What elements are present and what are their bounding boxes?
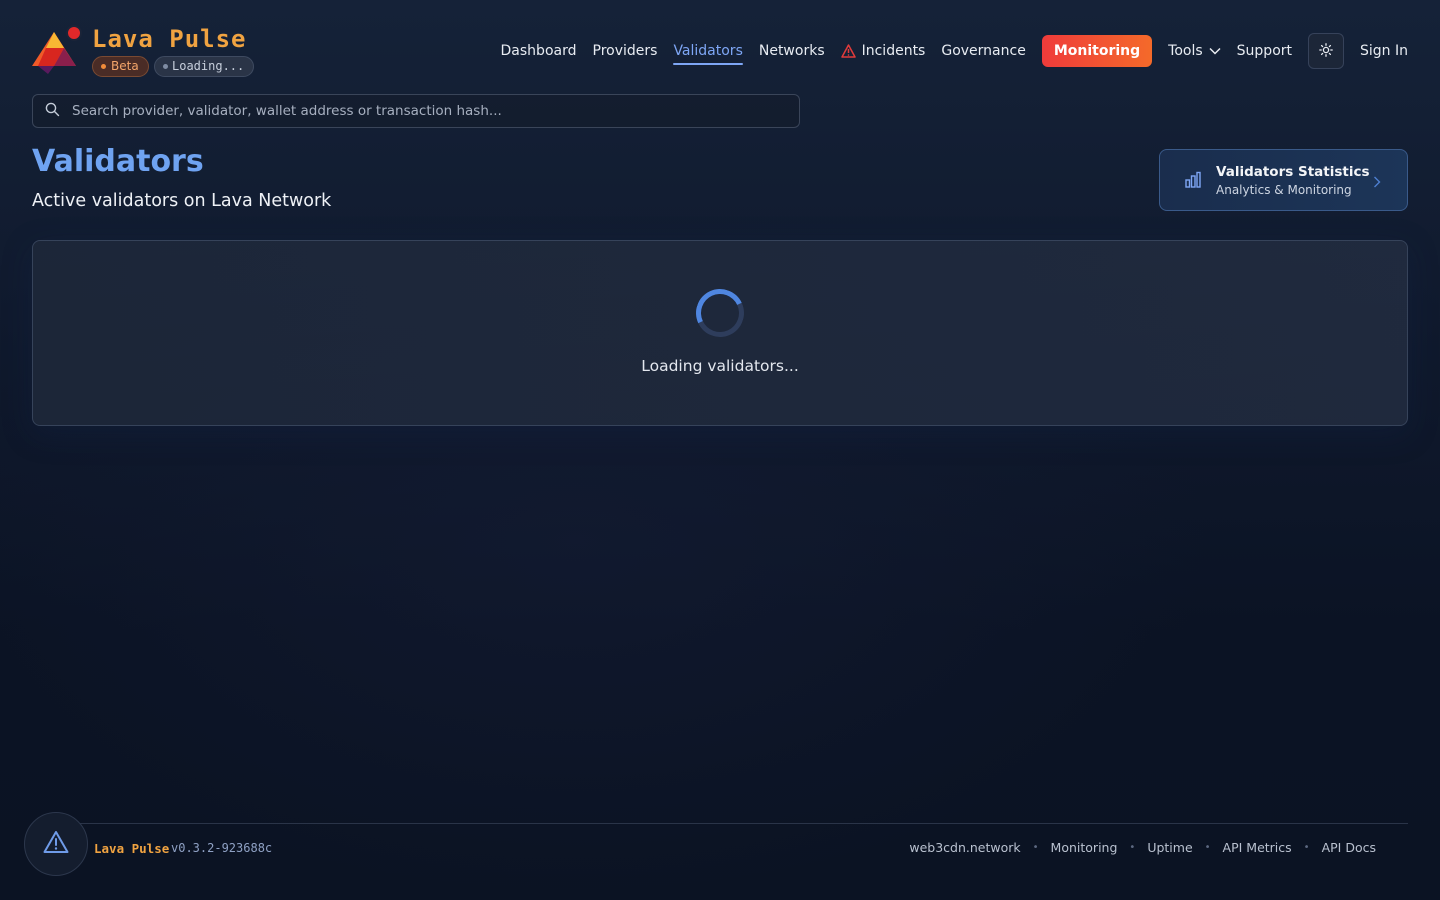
lava-logo[interactable] xyxy=(32,24,92,76)
search-bar xyxy=(32,94,800,128)
footer-link-api-docs[interactable]: API Docs xyxy=(1322,840,1376,855)
nav-tools[interactable]: Tools xyxy=(1168,34,1221,68)
nav-networks[interactable]: Networks xyxy=(759,34,825,68)
brand-name[interactable]: Lava Pulse xyxy=(92,25,247,53)
footer-divider xyxy=(32,823,1408,824)
footer-separator: • xyxy=(1303,842,1310,853)
nav-incidents[interactable]: Incidents xyxy=(840,34,926,68)
nav-incidents-label: Incidents xyxy=(861,43,926,59)
footer-version: v0.3.2-923688c xyxy=(171,841,273,855)
validators-statistics-card[interactable]: Validators Statistics Analytics & Monito… xyxy=(1159,149,1408,211)
beta-dot-icon xyxy=(101,64,106,69)
nav-governance[interactable]: Governance xyxy=(941,34,1025,68)
main-nav: Dashboard Providers Validators Networks … xyxy=(485,33,1408,69)
footer-separator: • xyxy=(1129,842,1136,853)
monitoring-button[interactable]: Monitoring xyxy=(1041,35,1153,67)
nav-support[interactable]: Support xyxy=(1237,34,1292,68)
chevron-right-icon xyxy=(1373,173,1381,192)
alert-triangle-icon xyxy=(43,830,69,858)
footer-separator: • xyxy=(1204,842,1211,853)
footer-links: web3cdn.network • Monitoring • Uptime • … xyxy=(909,840,1376,855)
search-input[interactable] xyxy=(72,103,772,119)
nav-tools-label: Tools xyxy=(1168,43,1203,59)
stats-card-subtitle: Analytics & Monitoring xyxy=(1216,183,1352,197)
theme-toggle-button[interactable] xyxy=(1308,33,1344,69)
search-icon xyxy=(45,102,60,121)
bar-chart-icon xyxy=(1184,171,1202,193)
status-badge: Loading... xyxy=(154,56,255,77)
stats-card-title: Validators Statistics xyxy=(1216,164,1370,180)
loading-spinner-icon xyxy=(689,282,751,344)
validators-loading-panel: Loading validators... xyxy=(32,240,1408,426)
status-dot-icon xyxy=(163,64,168,69)
header: Lava Pulse Beta Loading... Dashboard Pro… xyxy=(32,20,1408,80)
footer-link-uptime[interactable]: Uptime xyxy=(1147,840,1192,855)
nav-dashboard[interactable]: Dashboard xyxy=(501,34,577,68)
page-title: Validators xyxy=(32,144,204,179)
nav-providers[interactable]: Providers xyxy=(593,34,658,68)
beta-badge: Beta xyxy=(92,56,149,77)
footer-link-web3cdn[interactable]: web3cdn.network xyxy=(909,840,1020,855)
footer-link-api-metrics[interactable]: API Metrics xyxy=(1223,840,1292,855)
footer-brand: Lava Pulse xyxy=(94,841,170,856)
warning-triangle-icon xyxy=(840,44,856,58)
alert-button[interactable] xyxy=(24,812,88,876)
nav-validators[interactable]: Validators xyxy=(673,34,744,68)
footer-separator: • xyxy=(1032,842,1039,853)
beta-badge-label: Beta xyxy=(111,59,139,73)
page-subtitle: Active validators on Lava Network xyxy=(32,191,332,211)
footer-link-monitoring[interactable]: Monitoring xyxy=(1051,840,1118,855)
loading-text: Loading validators... xyxy=(641,357,799,375)
sun-icon xyxy=(1319,42,1333,61)
status-badge-label: Loading... xyxy=(172,59,245,73)
chevron-down-icon xyxy=(1209,43,1221,59)
sign-in-link[interactable]: Sign In xyxy=(1360,43,1408,59)
